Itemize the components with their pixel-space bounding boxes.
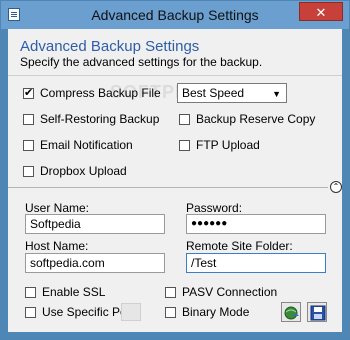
dropbox-upload-checkbox[interactable]: Dropbox Upload [23, 164, 127, 178]
self-restoring-label: Self-Restoring Backup [40, 112, 160, 126]
compress-label: Compress Backup File [40, 86, 161, 100]
settings-window: Advanced Backup Settings ✕ Advanced Back… [0, 0, 350, 340]
globe-arrow-icon [284, 306, 299, 320]
binary-mode-label: Binary Mode [182, 305, 250, 319]
reserve-copy-label: Backup Reserve Copy [196, 112, 316, 126]
username-field[interactable]: Softpedia [25, 214, 165, 234]
client-area: Advanced Backup Settings Specify the adv… [8, 29, 342, 332]
checkbox-box[interactable] [23, 139, 34, 151]
enable-ssl-label: Enable SSL [42, 285, 106, 299]
window-bottom-border [1, 332, 349, 339]
remote-folder-field[interactable]: /Test [186, 253, 326, 273]
page-subheading: Specify the advanced settings for the ba… [20, 55, 263, 69]
binary-mode-checkbox[interactable]: Binary Mode [165, 305, 249, 319]
hostname-label: Host Name: [25, 239, 89, 253]
password-field[interactable]: ●●●●●● [186, 214, 326, 234]
checkbox-box[interactable] [25, 306, 36, 318]
checkbox-box[interactable] [23, 165, 34, 177]
reserve-copy-checkbox[interactable]: Backup Reserve Copy [179, 112, 315, 126]
username-label: User Name: [25, 201, 90, 215]
compression-speed-value: Best Speed [182, 86, 245, 100]
pasv-label: PASV Connection [182, 285, 278, 299]
self-restoring-checkbox[interactable]: Self-Restoring Backup [23, 112, 159, 126]
ftp-upload-label: FTP Upload [196, 138, 260, 152]
page-heading: Advanced Backup Settings [20, 38, 200, 55]
close-button[interactable]: ✕ [299, 2, 343, 21]
test-connection-button[interactable] [281, 302, 301, 322]
window-title: Advanced Backup Settings [91, 7, 259, 23]
email-notification-checkbox[interactable]: Email Notification [23, 138, 133, 152]
save-button[interactable] [307, 302, 327, 322]
section-divider [8, 187, 328, 188]
checkbox-box[interactable] [179, 139, 190, 151]
compression-speed-select[interactable]: Best Speed ▼ [177, 83, 287, 103]
email-notification-label: Email Notification [40, 138, 133, 152]
header-divider [8, 75, 342, 76]
ftp-upload-checkbox[interactable]: FTP Upload [179, 138, 260, 152]
collapse-icon[interactable]: ⌃ [330, 181, 342, 193]
enable-ssl-checkbox[interactable]: Enable SSL [25, 285, 105, 299]
compress-checkbox[interactable]: Compress Backup File [23, 86, 161, 100]
port-field[interactable] [121, 303, 141, 321]
floppy-disk-icon [310, 305, 326, 321]
specific-port-checkbox[interactable]: Use Specific Port [25, 305, 134, 319]
hostname-field[interactable]: softpedia.com [25, 253, 165, 273]
chevron-down-icon[interactable]: ▼ [272, 89, 281, 99]
password-label: Password: [186, 201, 243, 215]
checkbox-box[interactable] [165, 286, 176, 298]
title-bar[interactable]: Advanced Backup Settings ✕ [1, 1, 349, 29]
checkbox-box[interactable] [23, 86, 34, 99]
checkbox-box[interactable] [179, 113, 190, 125]
checkbox-box[interactable] [25, 286, 36, 298]
checkbox-box[interactable] [165, 306, 176, 318]
pasv-checkbox[interactable]: PASV Connection [165, 285, 277, 299]
remote-folder-label: Remote Site Folder: [186, 239, 293, 253]
dropbox-upload-label: Dropbox Upload [40, 164, 127, 178]
checkbox-box[interactable] [23, 113, 34, 125]
